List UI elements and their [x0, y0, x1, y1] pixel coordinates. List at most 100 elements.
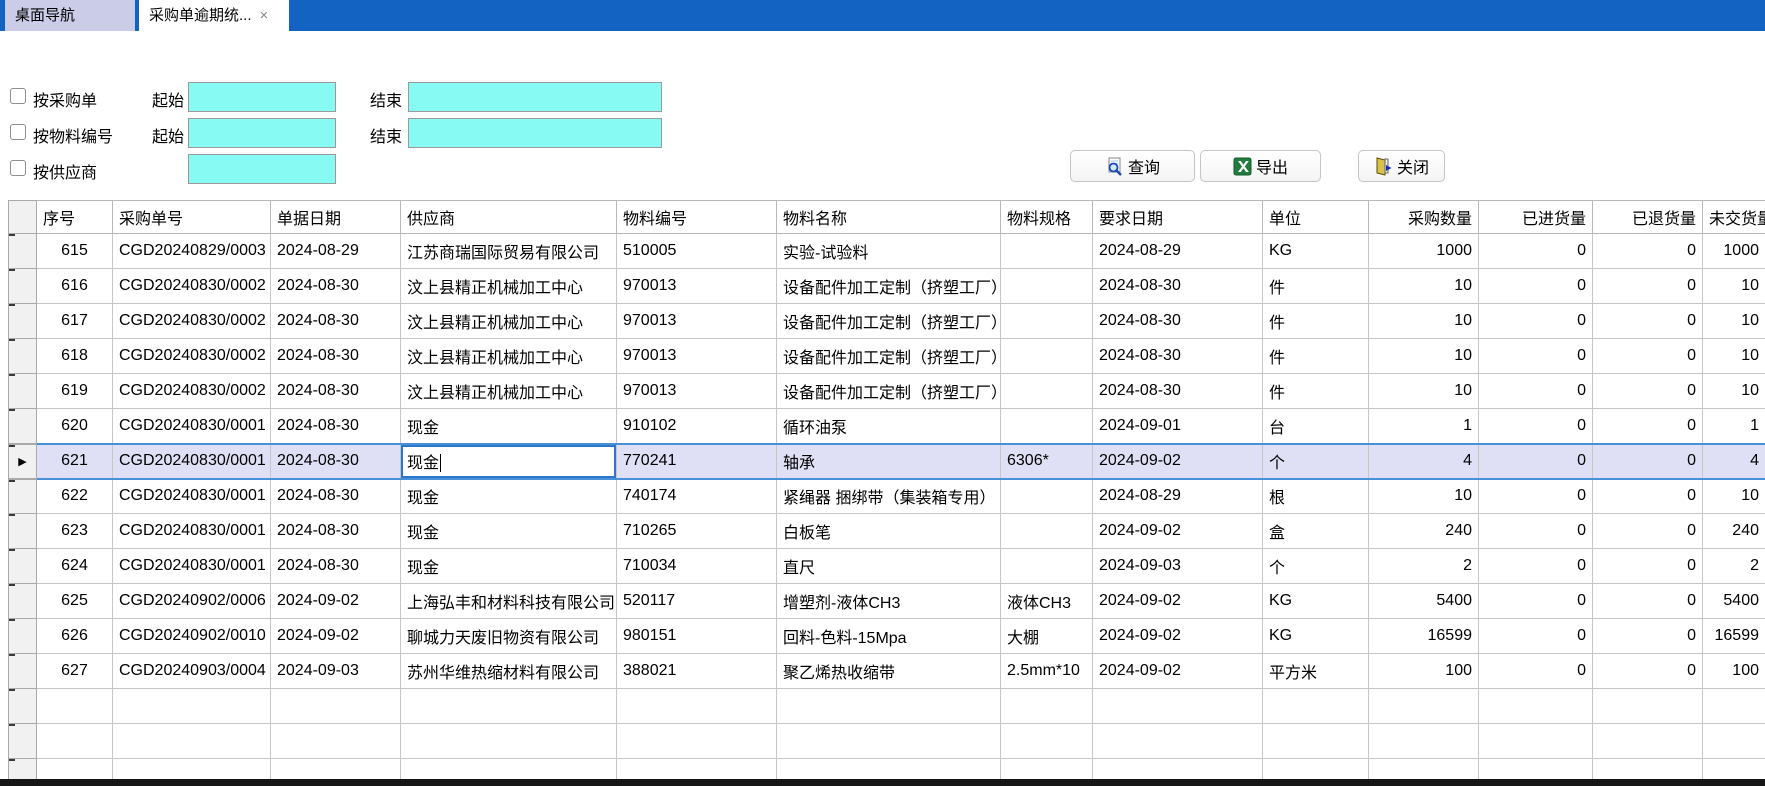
table-row[interactable]: 617CGD20240830/00022024-08-30汶上县精正机械加工中心… — [9, 304, 1765, 339]
cell[interactable]: CGD20240830/0001 — [113, 514, 271, 549]
cell[interactable]: 910102 — [617, 409, 777, 444]
cell[interactable]: CGD20240830/0001 — [113, 549, 271, 584]
cell[interactable]: 件 — [1263, 304, 1369, 339]
cell[interactable]: 件 — [1263, 339, 1369, 374]
cell[interactable]: 大棚 — [1001, 619, 1093, 654]
row-selector[interactable] — [9, 304, 37, 339]
cell[interactable]: 平方米 — [1263, 654, 1369, 689]
cell[interactable]: 240 — [1703, 514, 1765, 549]
cell[interactable]: CGD20240830/0002 — [113, 304, 271, 339]
cell[interactable]: 轴承 — [777, 444, 1001, 479]
row-selector[interactable] — [9, 584, 37, 619]
cell[interactable]: 0 — [1479, 269, 1593, 304]
cell[interactable]: 2 — [1703, 549, 1765, 584]
cell[interactable]: 1000 — [1369, 234, 1479, 269]
cell[interactable] — [1001, 409, 1093, 444]
cell[interactable]: 0 — [1593, 374, 1703, 409]
purchase-order-start-input[interactable] — [188, 82, 336, 112]
cell[interactable]: 江苏商瑞国际贸易有限公司 — [401, 234, 617, 269]
column-header[interactable]: 供应商 — [401, 201, 617, 234]
cell[interactable]: 2024-08-30 — [1093, 304, 1263, 339]
column-header[interactable]: 未交货量 — [1703, 201, 1765, 234]
cell[interactable]: 2024-08-30 — [271, 549, 401, 584]
row-selector[interactable] — [9, 409, 37, 444]
table-row[interactable]: 627CGD20240903/00042024-09-03苏州华维热缩材料有限公… — [9, 654, 1765, 689]
column-header[interactable]: 物料名称 — [777, 201, 1001, 234]
cell[interactable] — [1001, 234, 1093, 269]
cell[interactable]: KG — [1263, 619, 1369, 654]
cell[interactable]: 循环油泵 — [777, 409, 1001, 444]
close-button[interactable]: 关闭 — [1358, 150, 1445, 182]
row-selector[interactable] — [9, 234, 37, 269]
cell[interactable]: 10 — [1703, 374, 1765, 409]
cell[interactable]: 623 — [37, 514, 113, 549]
row-selector[interactable] — [9, 514, 37, 549]
cell[interactable]: 625 — [37, 584, 113, 619]
cell[interactable]: 实验-试验料 — [777, 234, 1001, 269]
cell[interactable] — [1001, 269, 1093, 304]
cell[interactable]: 10 — [1703, 304, 1765, 339]
cell[interactable]: CGD20240830/0002 — [113, 374, 271, 409]
cell[interactable]: 现金 — [401, 479, 617, 514]
table-row[interactable]: 620CGD20240830/00012024-08-30现金910102循环油… — [9, 409, 1765, 444]
cell[interactable]: 2024-09-02 — [271, 619, 401, 654]
table-row[interactable]: 626CGD20240902/00102024-09-02聊城力天废旧物资有限公… — [9, 619, 1765, 654]
cell[interactable]: 710034 — [617, 549, 777, 584]
cell[interactable]: 2024-09-02 — [271, 584, 401, 619]
material-no-end-input[interactable] — [408, 118, 662, 148]
cell[interactable]: 0 — [1479, 374, 1593, 409]
checkbox-by-supplier[interactable] — [10, 160, 26, 176]
cell[interactable]: CGD20240902/0006 — [113, 584, 271, 619]
cell[interactable]: 615 — [37, 234, 113, 269]
table-row[interactable]: 622CGD20240830/00012024-08-30现金740174紧绳器… — [9, 479, 1765, 514]
cell[interactable]: 件 — [1263, 374, 1369, 409]
cell[interactable]: 2024-08-30 — [271, 479, 401, 514]
cell[interactable]: 626 — [37, 619, 113, 654]
table-row[interactable]: 625CGD20240902/00062024-09-02上海弘丰和材料科技有限… — [9, 584, 1765, 619]
table-row[interactable]: 616CGD20240830/00022024-08-30汶上县精正机械加工中心… — [9, 269, 1765, 304]
cell[interactable]: 2024-08-30 — [271, 269, 401, 304]
cell[interactable]: 0 — [1593, 339, 1703, 374]
cell[interactable]: 聊城力天废旧物资有限公司 — [401, 619, 617, 654]
cell[interactable]: 设备配件加工定制（挤塑工厂） — [777, 269, 1001, 304]
column-header[interactable]: 采购单号 — [113, 201, 271, 234]
cell[interactable]: 2024-08-30 — [271, 339, 401, 374]
cell[interactable]: 970013 — [617, 304, 777, 339]
cell[interactable]: 0 — [1593, 514, 1703, 549]
cell[interactable]: 388021 — [617, 654, 777, 689]
cell[interactable]: 2024-09-02 — [1093, 444, 1263, 479]
cell[interactable]: 4 — [1369, 444, 1479, 479]
cell[interactable]: 液体CH3 — [1001, 584, 1093, 619]
cell[interactable]: 0 — [1479, 339, 1593, 374]
cell[interactable]: 0 — [1593, 444, 1703, 479]
cell[interactable]: 10 — [1369, 339, 1479, 374]
cell[interactable]: 740174 — [617, 479, 777, 514]
column-header[interactable]: 采购数量 — [1369, 201, 1479, 234]
cell[interactable]: 970013 — [617, 374, 777, 409]
cell[interactable]: 0 — [1593, 619, 1703, 654]
cell[interactable]: 1 — [1703, 409, 1765, 444]
cell[interactable]: 240 — [1369, 514, 1479, 549]
cell[interactable]: 2024-08-30 — [271, 409, 401, 444]
cell[interactable]: 白板笔 — [777, 514, 1001, 549]
cell[interactable]: 624 — [37, 549, 113, 584]
cell[interactable]: 970013 — [617, 339, 777, 374]
cell[interactable]: CGD20240830/0001 — [113, 409, 271, 444]
cell[interactable]: 2024-08-29 — [271, 234, 401, 269]
cell[interactable]: 2024-08-30 — [1093, 339, 1263, 374]
cell[interactable]: 2 — [1369, 549, 1479, 584]
editing-cell[interactable]: 现金 — [401, 444, 617, 479]
cell[interactable]: 2024-09-02 — [1093, 584, 1263, 619]
cell[interactable]: 0 — [1593, 304, 1703, 339]
row-selector[interactable] — [9, 654, 37, 689]
cell[interactable]: 上海弘丰和材料科技有限公司 — [401, 584, 617, 619]
cell[interactable]: 2024-09-02 — [1093, 654, 1263, 689]
row-selector[interactable] — [9, 339, 37, 374]
table-row[interactable]: 624CGD20240830/00012024-08-30现金710034直尺2… — [9, 549, 1765, 584]
table-row[interactable]: 618CGD20240830/00022024-08-30汶上县精正机械加工中心… — [9, 339, 1765, 374]
cell[interactable]: 2024-08-30 — [271, 304, 401, 339]
cell[interactable] — [1001, 549, 1093, 584]
cell[interactable]: 2024-08-30 — [1093, 374, 1263, 409]
cell[interactable]: 2024-09-02 — [1093, 619, 1263, 654]
cell[interactable]: 直尺 — [777, 549, 1001, 584]
